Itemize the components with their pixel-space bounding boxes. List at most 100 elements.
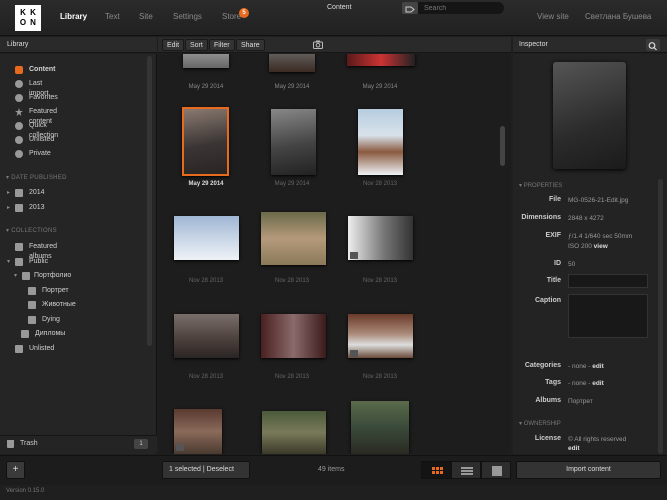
year-2013[interactable]: ▸ 2013 (7, 203, 45, 213)
photo-thumbnail[interactable] (351, 401, 409, 454)
dimensions-value: 2848 x 4272 (568, 215, 604, 222)
exif-view-link[interactable]: view (594, 243, 608, 250)
photo-thumbnail[interactable] (271, 109, 316, 175)
photo-thumbnail[interactable] (347, 54, 415, 66)
properties-heading[interactable]: PROPERTIES (519, 182, 563, 189)
library-header: Library (0, 37, 157, 53)
nav-settings[interactable]: Settings (173, 12, 202, 21)
list-view-button[interactable] (451, 461, 481, 479)
caption-label: Caption (534, 297, 561, 304)
exif-label: EXIF (545, 232, 561, 239)
photo-thumbnail-selected[interactable] (182, 107, 229, 176)
set-icon (22, 272, 30, 280)
import-content-button[interactable]: Import content (516, 461, 661, 479)
tags-edit-link[interactable]: edit (592, 380, 604, 387)
camera-icon (15, 66, 23, 74)
collection-label: Дипломы (35, 330, 66, 337)
photo-thumbnail[interactable] (261, 212, 326, 265)
library-title: Library (7, 41, 29, 48)
photo-date: Nov 28 2013 (188, 278, 224, 284)
id-label: ID (554, 260, 561, 267)
filmstrip-view-icon (492, 466, 502, 476)
search-input[interactable] (418, 2, 504, 14)
photo-date: Nov 28 2013 (362, 181, 398, 187)
caption-field[interactable] (568, 294, 648, 338)
lightning-icon (15, 122, 23, 130)
photo-thumbnail[interactable] (174, 314, 239, 358)
favorite-heart-icon[interactable] (176, 444, 184, 451)
photo-thumbnail[interactable] (358, 109, 403, 175)
share-button[interactable]: Share (236, 39, 265, 51)
tag-filter-button[interactable] (402, 2, 418, 14)
collection-portfolio[interactable]: ▾ Портфолио (14, 271, 71, 281)
content-toolbar: Edit Sort Filter Share (158, 37, 511, 53)
trash-icon (7, 440, 14, 448)
photo-thumbnail[interactable] (183, 54, 229, 68)
dimensions-label: Dimensions (521, 214, 561, 221)
nav-site[interactable]: Site (139, 12, 153, 21)
exif-iso-row: ISO 200 view (568, 243, 608, 250)
photo-thumbnail[interactable] (261, 314, 326, 358)
file-value: MG-0526-21-Edit.jpg (568, 197, 629, 204)
collection-public[interactable]: ▾ Public (7, 257, 48, 267)
collection-label: Unlisted (29, 345, 55, 352)
favorite-heart-icon[interactable] (350, 350, 358, 357)
categories-label: Categories (524, 362, 561, 369)
trash-item[interactable]: Trash 1 (0, 435, 157, 453)
set-icon (15, 258, 23, 266)
store-badge: 5 (239, 8, 249, 18)
inspector-search-button[interactable] (646, 39, 660, 51)
ownership-heading[interactable]: OWNERSHIP (519, 420, 561, 427)
grid-view-icon (432, 467, 443, 474)
photo-date: Nov 28 2013 (362, 278, 398, 284)
add-button[interactable]: + (6, 461, 25, 479)
favorite-heart-icon[interactable] (350, 252, 358, 259)
photo-thumbnail[interactable] (262, 411, 326, 454)
selection-box: 1 selected | Deselect (162, 461, 250, 479)
filmstrip-view-button[interactable] (481, 461, 511, 479)
koken-logo[interactable]: K K O N (15, 5, 41, 31)
logo-letter: N (30, 18, 36, 27)
collection-label: Животные (42, 301, 76, 308)
sidebar-item-label: Private (29, 150, 51, 157)
clock-icon (15, 80, 23, 88)
edit-button[interactable]: Edit (162, 39, 185, 51)
grid-scrollbar[interactable] (500, 126, 505, 166)
deselect-button[interactable]: Deselect (207, 466, 234, 473)
photo-date: Nov 28 2013 (274, 278, 310, 284)
nav-library[interactable]: Library (60, 12, 87, 21)
photo-thumbnail[interactable] (269, 54, 315, 72)
link-icon (15, 136, 23, 144)
collection-label: Портфолио (34, 272, 72, 279)
license-edit-link[interactable]: edit (568, 445, 580, 452)
content-grid: May 29 2014 May 29 2014 May 29 2014 May … (158, 54, 511, 454)
license-value: © All rights reserved (568, 436, 627, 443)
year-2014[interactable]: ▸ 2014 (7, 188, 45, 198)
collection-label: Dying (42, 316, 60, 323)
categories-row: - none - edit (568, 363, 604, 370)
logo-letter: K (20, 8, 26, 17)
inspector-scrollbar[interactable] (658, 179, 663, 454)
sidebar-item-label: Favorites (29, 94, 58, 101)
grid-view-button[interactable] (421, 461, 451, 479)
sidebar-item-label: Content (29, 66, 56, 73)
tags-row: - none - edit (568, 380, 604, 387)
file-label: File (548, 196, 561, 203)
filter-button[interactable]: Filter (209, 39, 235, 51)
title-field[interactable] (568, 274, 648, 288)
album-icon (28, 316, 36, 324)
year-label: 2014 (29, 189, 45, 196)
collections-heading[interactable]: COLLECTIONS (6, 227, 57, 234)
star-icon (15, 108, 23, 116)
photo-thumbnail[interactable] (174, 216, 239, 260)
date-published-heading[interactable]: DATE PUBLISHED (6, 174, 67, 181)
view-site-link[interactable]: View site (537, 12, 569, 21)
calendar-icon (15, 189, 23, 197)
user-name[interactable]: Светлана Бушева (585, 12, 651, 21)
logo-letter: O (19, 18, 27, 27)
sort-button[interactable]: Sort (185, 39, 208, 51)
expand-icon: ▸ (7, 190, 11, 196)
library-scrollbar[interactable] (147, 56, 152, 346)
categories-edit-link[interactable]: edit (592, 363, 604, 370)
nav-text[interactable]: Text (105, 12, 120, 21)
